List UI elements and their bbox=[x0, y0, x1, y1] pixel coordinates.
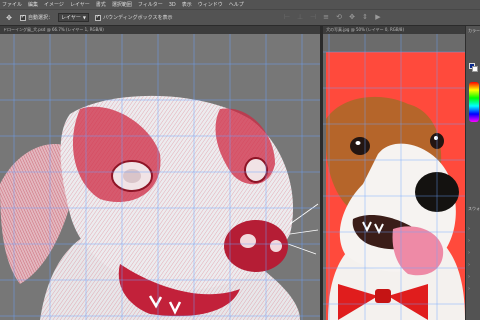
menu-bar: ファイル 編集 イメージ レイヤー 書式 選択範囲 フィルター 3D 表示 ウィ… bbox=[0, 0, 480, 9]
auto-select-target-dropdown[interactable]: レイヤー ▼ bbox=[58, 13, 89, 22]
3d-move-icon[interactable]: ✥ bbox=[348, 13, 356, 21]
3d-rotate-icon[interactable]: ⟲ bbox=[335, 13, 343, 21]
3d-slide-icon[interactable]: ⇕ bbox=[361, 13, 369, 21]
swatch-group-chevron-icon[interactable]: › bbox=[468, 238, 478, 244]
video-icon[interactable]: ▶ bbox=[374, 13, 382, 21]
auto-select-checkbox[interactable]: ✓ bbox=[20, 14, 26, 21]
chevron-down-icon: ▼ bbox=[82, 15, 86, 20]
move-tool-icon[interactable]: ✥ bbox=[2, 12, 16, 23]
auto-select-label: 自動選択： bbox=[28, 15, 54, 21]
hue-slider[interactable] bbox=[469, 82, 479, 122]
bounding-box-checkbox[interactable]: ✓ bbox=[94, 14, 101, 21]
swatch-group-chevron-icon[interactable]: › bbox=[468, 286, 478, 292]
menu-item-type[interactable]: 書式 bbox=[96, 1, 106, 8]
align-left-icon[interactable]: ⊢ bbox=[283, 13, 291, 21]
menu-item-3d[interactable]: 3D bbox=[169, 2, 176, 8]
menu-item-help[interactable]: ヘルプ bbox=[229, 1, 244, 8]
bounding-box-label: バウンディングボックスを表示 bbox=[102, 15, 173, 21]
canvas-drawing[interactable] bbox=[0, 34, 320, 320]
options-bar: ✥ ✓ 自動選択： レイヤー ▼ ✓ バウンディングボックスを表示 ⊢ ⊥ ⊣ … bbox=[0, 9, 480, 26]
align-icon-group: ⊢ ⊥ ⊣ ≡ ⟲ ✥ ⇕ ▶ bbox=[283, 13, 387, 21]
swatch-group-chevron-icon[interactable]: › bbox=[468, 274, 478, 280]
menu-item-view[interactable]: 表示 bbox=[182, 1, 192, 8]
panel-title: カラー bbox=[468, 28, 480, 33]
photo-dog-image bbox=[323, 34, 465, 320]
menu-item-edit[interactable]: 編集 bbox=[28, 1, 38, 8]
menu-item-layer[interactable]: レイヤー bbox=[70, 1, 90, 8]
background-swatch[interactable] bbox=[472, 66, 478, 72]
swatch-group-chevron-icon[interactable]: › bbox=[468, 262, 478, 268]
auto-select-target-value: レイヤー bbox=[61, 15, 81, 21]
swatch-group-chevron-icon[interactable]: › bbox=[468, 226, 478, 232]
align-right-icon[interactable]: ⊣ bbox=[309, 13, 317, 21]
document-tab-drawing[interactable]: ドローイング風_犬.psd @ 66.7% (レイヤー 1, RGB/8) bbox=[0, 26, 320, 34]
align-center-icon[interactable]: ⊥ bbox=[296, 13, 304, 21]
menu-item-file[interactable]: ファイル bbox=[2, 1, 22, 8]
menu-item-image[interactable]: イメージ bbox=[44, 1, 64, 8]
swatches-label: スウォ bbox=[468, 206, 480, 211]
menu-item-select[interactable]: 選択範囲 bbox=[112, 1, 132, 8]
menu-item-window[interactable]: ウィンドウ bbox=[198, 1, 223, 8]
distribute-icon[interactable]: ≡ bbox=[322, 13, 330, 21]
sketch-dog-image bbox=[0, 34, 320, 320]
menu-item-filter[interactable]: フィルター bbox=[138, 1, 163, 8]
canvas-photo[interactable] bbox=[323, 34, 465, 320]
document-tab-photo[interactable]: 犬の写真.jpg @ 50% (レイヤー 0, RGB/8) bbox=[323, 26, 465, 34]
color-panel: カラー スウォ › › › › › › bbox=[465, 26, 480, 320]
swatch-group-chevron-icon[interactable]: › bbox=[468, 250, 478, 256]
